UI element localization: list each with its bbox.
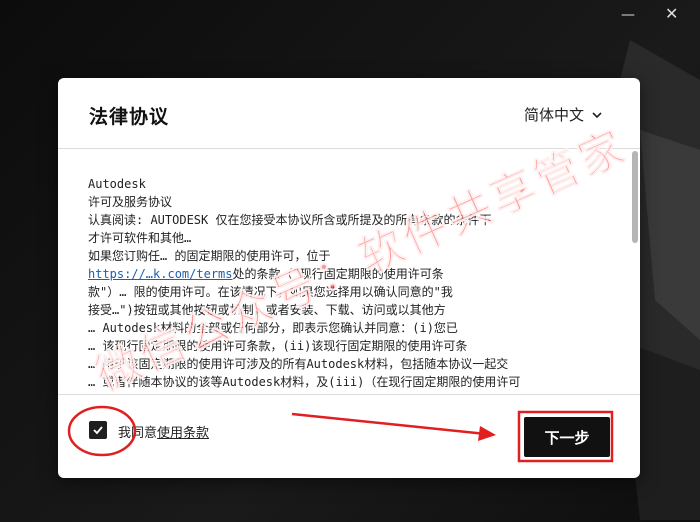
agree-checkbox[interactable]: [89, 421, 107, 439]
dialog-title: 法律协议: [89, 106, 170, 128]
terms-of-use-link[interactable]: 使用条款: [157, 426, 209, 441]
divider: [58, 394, 640, 395]
agree-label: 我同意使用条款: [118, 422, 209, 441]
next-button[interactable]: 下一步: [524, 417, 610, 457]
close-button[interactable]: ✕: [665, 6, 681, 22]
language-value: 简体中文: [524, 106, 585, 124]
terms-link[interactable]: https://…k.com/terms: [88, 267, 233, 281]
license-scrollbar[interactable]: [632, 151, 638, 391]
minimize-button[interactable]: —: [621, 8, 635, 22]
agree-prefix: 我同意: [118, 426, 158, 441]
check-icon: [93, 426, 103, 435]
